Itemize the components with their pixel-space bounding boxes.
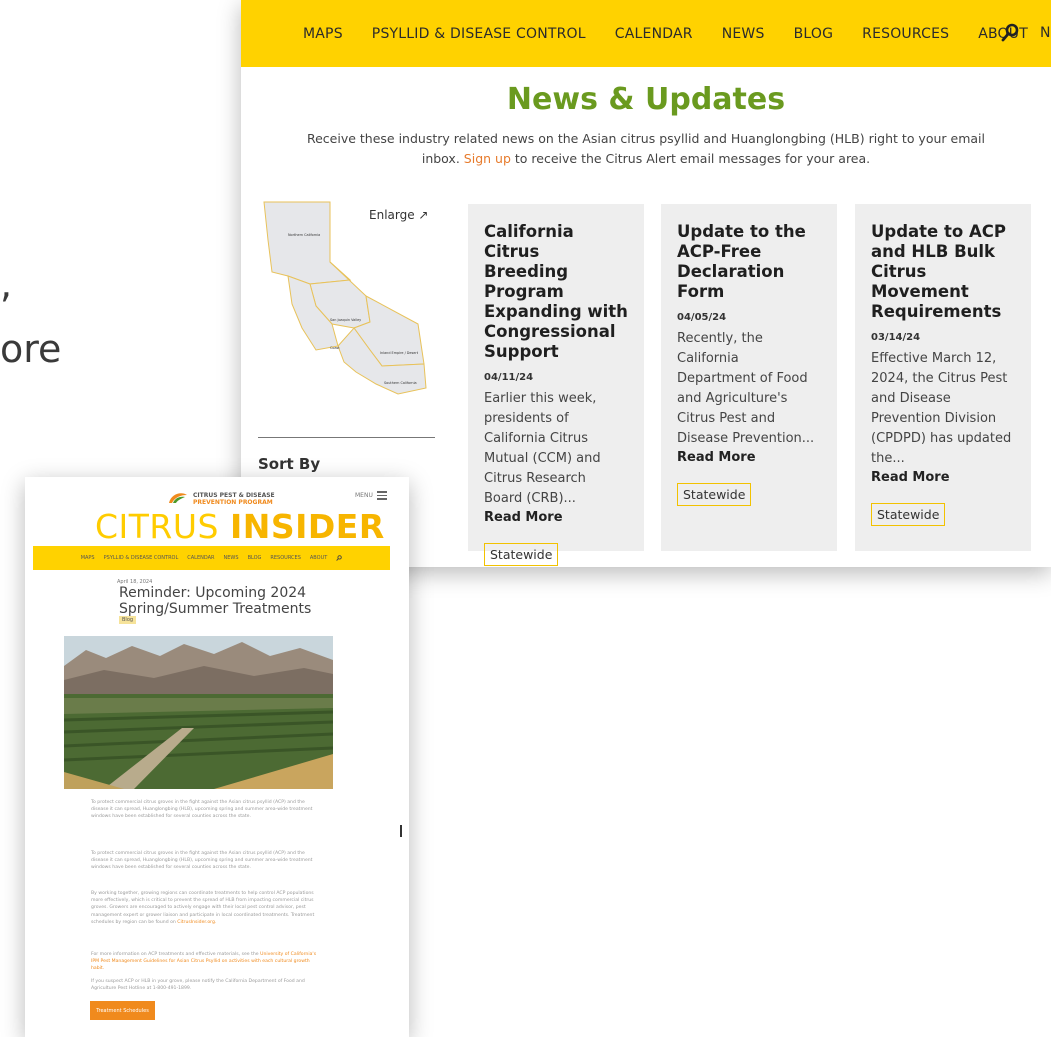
- citrus-insider-screenshot: CITRUS PEST & DISEASE PREVENTION PROGRAM…: [25, 477, 409, 1037]
- intro-text-part: to receive the Citrus Alert email messag…: [514, 151, 871, 166]
- card-title[interactable]: Update to ACP and HLB Bulk Citrus Moveme…: [871, 222, 1015, 322]
- region-tag[interactable]: Statewide: [484, 543, 559, 566]
- region-tag[interactable]: Statewide: [871, 503, 946, 526]
- nav-news[interactable]: NEWS: [722, 26, 765, 42]
- menu-label[interactable]: MENU: [355, 492, 373, 499]
- read-more-link[interactable]: Read More: [871, 470, 1015, 485]
- card-excerpt: Recently, the California Department of F…: [677, 331, 815, 446]
- text-cursor: [400, 825, 402, 837]
- logo-line: CITRUS PEST & DISEASE: [193, 492, 275, 499]
- map-region-label: Coast: [330, 346, 340, 350]
- insider-nav-item[interactable]: CALENDAR: [187, 555, 214, 561]
- insider-nav: MAPS PSYLLID & DISEASE CONTROL CALENDAR …: [33, 546, 390, 570]
- news-card: Update to the ACP-Free Declaration Form …: [661, 204, 837, 551]
- treatment-schedules-button[interactable]: Treatment Schedules: [90, 1001, 155, 1020]
- search-icon[interactable]: [1001, 23, 1019, 43]
- wordmark-bold: INSIDER: [229, 507, 385, 546]
- region-tag[interactable]: Statewide: [677, 483, 752, 506]
- page-title: News & Updates: [506, 82, 786, 117]
- map-region-label: San Joaquin Valley: [330, 318, 361, 322]
- nav-calendar[interactable]: CALENDAR: [615, 26, 693, 42]
- insider-nav-item[interactable]: NEWS: [224, 555, 239, 561]
- hamburger-menu-icon[interactable]: [377, 491, 387, 502]
- post-paragraph: If you suspect ACP or HLB in your grove,…: [91, 979, 305, 992]
- insider-nav-item[interactable]: RESOURCES: [270, 555, 300, 561]
- card-excerpt: Earlier this week, presidents of Califor…: [484, 391, 601, 506]
- post-paragraph-text: For more information on ACP treatments a…: [91, 952, 259, 957]
- post-paragraph: By working together, growing regions can…: [91, 890, 321, 926]
- background-text-fragment: ore: [0, 327, 62, 371]
- background-text-fragment: ,: [0, 262, 13, 306]
- program-logo-text: CITRUS PEST & DISEASE PREVENTION PROGRAM: [193, 492, 275, 506]
- nav-blog[interactable]: BLOG: [794, 26, 834, 42]
- map-region-label: Southern California: [384, 381, 417, 385]
- nav-maps[interactable]: MAPS: [303, 26, 343, 42]
- nav-resources[interactable]: RESOURCES: [862, 26, 949, 42]
- citrus-insider-wordmark: CITRUS INSIDER: [95, 507, 385, 546]
- post-paragraph: To protect commercial citrus groves in t…: [91, 800, 313, 820]
- intro-text: Receive these industry related news on t…: [306, 129, 986, 169]
- post-title: Reminder: Upcoming 2024 Spring/Summer Tr…: [119, 585, 312, 617]
- search-icon[interactable]: [336, 555, 343, 561]
- california-region-map[interactable]: Northern California San Joaquin Valley C…: [258, 200, 438, 402]
- card-title[interactable]: Update to the ACP-Free Declaration Form: [677, 222, 821, 302]
- citrus-leaf-logo-icon: [169, 493, 187, 503]
- treatment-schedule-link[interactable]: CitrusInsider.org.: [177, 920, 216, 925]
- sort-by-heading: Sort By: [258, 455, 321, 473]
- map-region-label: Inland Empire / Desert: [380, 351, 419, 355]
- post-paragraph: For more information on ACP treatments a…: [91, 951, 321, 973]
- enlarge-map-link[interactable]: Enlarge ↗: [369, 208, 428, 222]
- read-more-link[interactable]: Read More: [677, 450, 821, 465]
- card-date: 03/14/24: [871, 332, 921, 343]
- insider-nav-item[interactable]: PSYLLID & DISEASE CONTROL: [104, 555, 179, 561]
- post-paragraph: To protect commercial citrus groves in t…: [91, 851, 313, 871]
- map-region-label: Northern California: [288, 233, 320, 237]
- category-chip[interactable]: Blog: [119, 616, 137, 624]
- news-card: California Citrus Breeding Program Expan…: [468, 204, 644, 566]
- card-date: 04/05/24: [677, 312, 727, 323]
- card-title[interactable]: California Citrus Breeding Program Expan…: [484, 222, 628, 362]
- insider-nav-item[interactable]: BLOG: [248, 555, 262, 561]
- insider-nav-item[interactable]: ABOUT: [310, 555, 327, 561]
- insider-nav-item[interactable]: MAPS: [81, 555, 95, 561]
- sign-up-link[interactable]: Sign up: [464, 151, 511, 166]
- card-excerpt: Effective March 12, 2024, the Citrus Pes…: [871, 351, 1012, 466]
- nav-psyllid-disease-control[interactable]: PSYLLID & DISEASE CONTROL: [372, 26, 586, 42]
- nav-cut-off-item[interactable]: N: [1040, 25, 1050, 41]
- read-more-link[interactable]: Read More: [484, 510, 628, 525]
- citrus-orchard-photo: [64, 636, 333, 789]
- top-nav: MAPS PSYLLID & DISEASE CONTROL CALENDAR …: [241, 0, 1051, 67]
- news-card: Update to ACP and HLB Bulk Citrus Moveme…: [855, 204, 1031, 551]
- card-date: 04/11/24: [484, 372, 534, 383]
- logo-line: PREVENTION PROGRAM: [193, 499, 273, 506]
- wordmark-light: CITRUS: [95, 507, 219, 546]
- sidebar-divider: [258, 437, 435, 438]
